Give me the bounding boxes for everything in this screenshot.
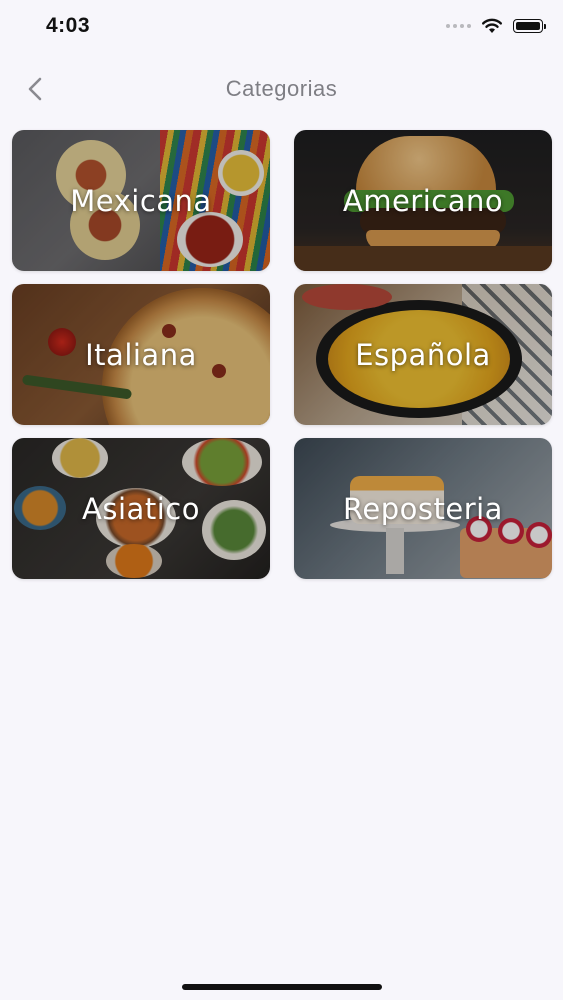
- wifi-icon: [482, 18, 502, 33]
- category-label: Italiana: [85, 337, 197, 372]
- signal-icon: [446, 24, 471, 28]
- home-indicator[interactable]: [182, 984, 382, 990]
- category-card-asiatico[interactable]: Asiatico: [12, 438, 270, 579]
- category-label: Reposteria: [343, 491, 503, 526]
- category-label: Mexicana: [70, 183, 212, 218]
- category-card-italiana[interactable]: Italiana: [12, 284, 270, 425]
- category-card-mexicana[interactable]: Mexicana: [12, 130, 270, 271]
- category-label: Americano: [342, 183, 504, 218]
- battery-icon: [513, 19, 546, 33]
- category-grid: Mexicana Americano Italiana Española Asi…: [12, 130, 552, 579]
- category-card-americano[interactable]: Americano: [294, 130, 552, 271]
- status-bar: 4:03: [0, 0, 563, 56]
- status-time: 4:03: [46, 14, 91, 37]
- nav-bar: Categorias: [0, 66, 563, 112]
- page-title: Categorias: [225, 76, 338, 101]
- category-card-espanola[interactable]: Española: [294, 284, 552, 425]
- status-icons: [446, 18, 546, 34]
- category-card-reposteria[interactable]: Reposteria: [294, 438, 552, 579]
- category-label: Asiatico: [82, 491, 200, 526]
- category-label: Española: [355, 337, 491, 372]
